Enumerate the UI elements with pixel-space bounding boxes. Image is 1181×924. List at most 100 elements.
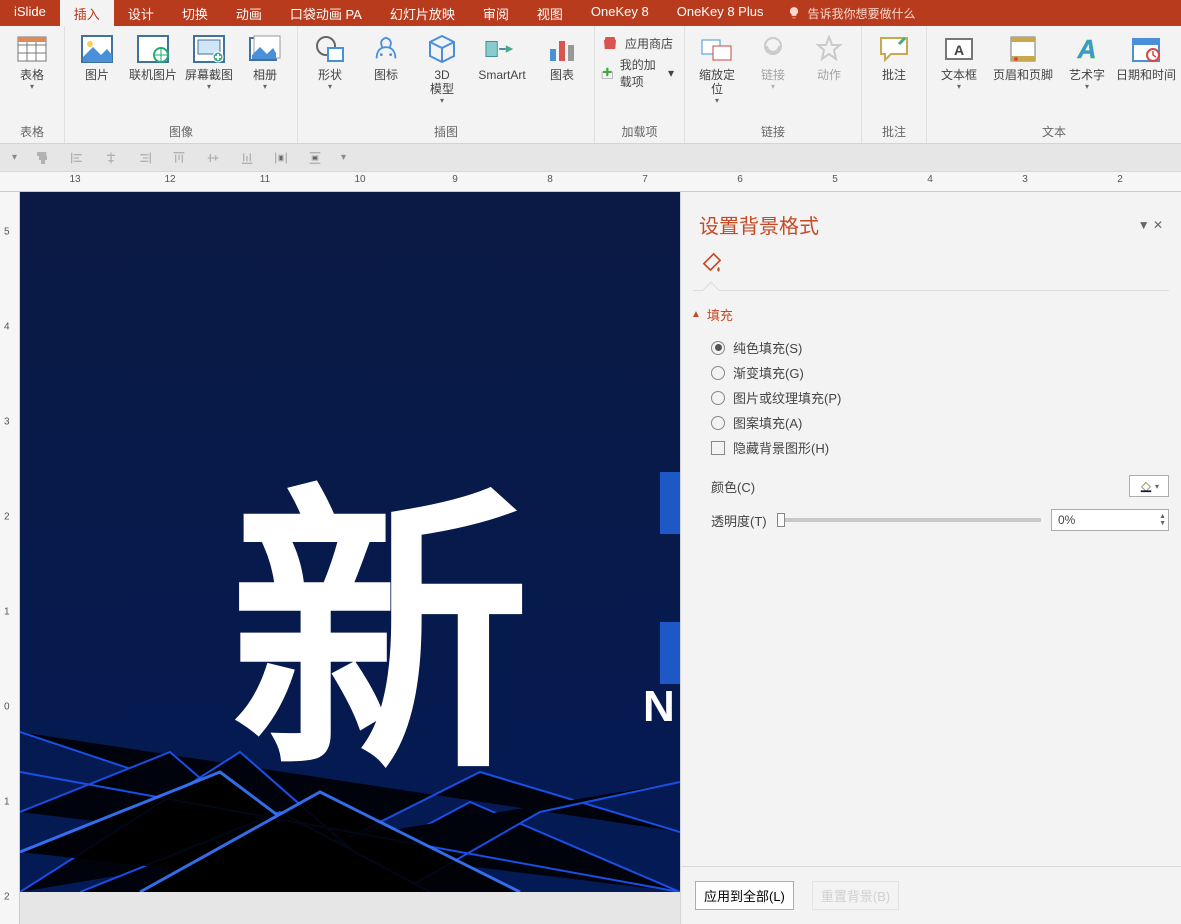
ruler-num: 2	[1117, 174, 1123, 185]
headerfooter-button[interactable]: 页眉和页脚	[987, 28, 1059, 82]
chevron-down-icon: ▲	[691, 309, 701, 320]
wordart-button[interactable]: A 艺术字 ▾	[1059, 28, 1115, 91]
smartart-button[interactable]: SmartArt	[470, 28, 534, 82]
tab-review[interactable]: 审阅	[469, 0, 523, 26]
align-right-icon[interactable]	[137, 150, 153, 166]
checkbox-icon	[711, 441, 725, 455]
group-title-images: 图像	[65, 123, 297, 143]
shapes-label: 形状	[318, 68, 342, 82]
ruler-num: 8	[547, 174, 553, 185]
tab-onekey8[interactable]: OneKey 8	[577, 0, 663, 26]
tab-slideshow[interactable]: 幻灯片放映	[376, 0, 469, 26]
chevron-down-icon[interactable]: ▼	[1159, 520, 1166, 527]
vruler-num: 2	[4, 892, 10, 903]
cube-icon	[427, 34, 457, 64]
group-tables: 表格 ▾ 表格	[0, 26, 65, 143]
slide-sub-letter[interactable]: N	[643, 682, 675, 732]
tellme-placeholder: 告诉我你想要做什么	[807, 5, 915, 22]
chevron-down-icon: ▾	[328, 82, 332, 91]
group-links: 缩放定 位 ▾ 链接 ▾ 动作 链接	[685, 26, 862, 143]
album-icon	[249, 35, 281, 63]
radio-icon	[711, 391, 725, 405]
my-addins-button[interactable]: 我的加载项 ▾	[601, 56, 674, 90]
tellme-search[interactable]: 告诉我你想要做什么	[777, 0, 915, 26]
comment-button[interactable]: 批注	[866, 28, 922, 82]
chevron-up-icon[interactable]: ▲	[1159, 513, 1166, 520]
tab-onekey8plus[interactable]: OneKey 8 Plus	[663, 0, 778, 26]
transparency-spinner[interactable]: 0% ▲▼	[1051, 509, 1169, 531]
online-picture-button[interactable]: 联机图片	[125, 28, 181, 82]
radio-pattern-label: 图案填充(A)	[733, 413, 802, 432]
fill-options: 纯色填充(S) 渐变填充(G) 图片或纹理填充(P) 图案填充(A) 隐藏背景图…	[681, 332, 1181, 463]
wordart-icon: A	[1071, 34, 1103, 64]
chevron-down-icon[interactable]: ▾	[12, 152, 17, 163]
vruler-num: 5	[4, 227, 10, 238]
slide-big-text[interactable]: 新	[230, 392, 522, 826]
tab-design[interactable]: 设计	[114, 0, 168, 26]
color-picker-button[interactable]: ▾	[1129, 475, 1169, 497]
slide-editing-area[interactable]: 新 N	[20, 192, 680, 924]
comment-label: 批注	[882, 68, 906, 82]
slide-canvas[interactable]: 新 N	[20, 192, 680, 892]
ruler-num: 7	[642, 174, 648, 185]
table-button[interactable]: 表格 ▾	[4, 28, 60, 91]
transparency-label: 透明度(T)	[711, 511, 767, 530]
screenshot-button[interactable]: 屏幕截图 ▾	[181, 28, 237, 91]
textbox-button[interactable]: A 文本框 ▾	[931, 28, 987, 91]
zoom-button[interactable]: 缩放定 位 ▾	[689, 28, 745, 105]
paint-bucket-icon[interactable]	[699, 249, 725, 275]
icons-button[interactable]: 图标	[358, 28, 414, 82]
align-bottom-icon[interactable]	[239, 150, 255, 166]
ribbon: 表格 ▾ 表格 图片 联机图片 屏幕截图 ▾ 相册 ▾	[0, 26, 1181, 144]
tab-insert[interactable]: 插入	[60, 0, 114, 26]
my-addins-label: 我的加载项	[620, 56, 662, 90]
vruler-num: 2	[4, 512, 10, 523]
pane-collapse-button[interactable]: ▼ ✕	[1138, 218, 1163, 232]
radio-pattern-fill[interactable]: 图案填充(A)	[711, 413, 1169, 432]
dist-h-icon[interactable]	[273, 150, 289, 166]
datetime-label: 日期和时间	[1116, 68, 1176, 82]
checkbox-hide-bg[interactable]: 隐藏背景图形(H)	[711, 438, 1169, 457]
align-left-icon[interactable]	[69, 150, 85, 166]
tab-view[interactable]: 视图	[523, 0, 577, 26]
reset-bg-button: 重置背景(B)	[812, 881, 899, 910]
ruler-num: 12	[164, 174, 175, 185]
tab-pa[interactable]: 口袋动画 PA	[276, 0, 376, 26]
fill-section-header[interactable]: ▲ 填充	[681, 291, 1181, 332]
align-top-icon[interactable]	[171, 150, 187, 166]
align-center-h-icon[interactable]	[103, 150, 119, 166]
ruler-vertical[interactable]: 5 4 3 2 1 0 1 2	[0, 192, 20, 924]
tab-animations[interactable]: 动画	[222, 0, 276, 26]
align-middle-v-icon[interactable]	[205, 150, 221, 166]
ruler-num: 3	[1022, 174, 1028, 185]
ruler-num: 13	[69, 174, 80, 185]
tab-transitions[interactable]: 切换	[168, 0, 222, 26]
chart-button[interactable]: 图表	[534, 28, 590, 82]
album-button[interactable]: 相册 ▾	[237, 28, 293, 91]
dist-v-icon[interactable]	[307, 150, 323, 166]
shapes-button[interactable]: 形状 ▾	[302, 28, 358, 91]
textbox-label: 文本框	[941, 68, 977, 82]
radio-solid-fill[interactable]: 纯色填充(S)	[711, 338, 1169, 357]
ruler-horizontal[interactable]: 13 12 11 10 9 8 7 6 5 4 3 2	[0, 172, 1181, 192]
reset-bg-label: 重置背景(B)	[821, 889, 890, 904]
group-comments: 批注 批注	[862, 26, 927, 143]
vruler-num: 3	[4, 417, 10, 428]
transparency-slider[interactable]	[777, 518, 1041, 522]
tab-islide[interactable]: iSlide	[0, 0, 60, 26]
chevron-down-icon[interactable]: ▾	[341, 152, 346, 163]
group-title-text: 文本	[927, 123, 1181, 143]
link-label: 链接	[761, 68, 785, 82]
paint-format-icon[interactable]	[35, 150, 51, 166]
decorative-rect	[660, 472, 680, 534]
app-store-button[interactable]: 应用商店	[601, 34, 674, 52]
picture-button[interactable]: 图片	[69, 28, 125, 82]
icons-label: 图标	[374, 68, 398, 82]
addin-icon	[601, 64, 614, 82]
apply-all-button[interactable]: 应用到全部(L)	[695, 881, 794, 910]
slider-thumb[interactable]	[777, 513, 785, 527]
radio-picture-fill[interactable]: 图片或纹理填充(P)	[711, 388, 1169, 407]
model3d-button[interactable]: 3D 模型 ▾	[414, 28, 470, 105]
datetime-button[interactable]: 日期和时间	[1115, 28, 1177, 82]
radio-gradient-fill[interactable]: 渐变填充(G)	[711, 363, 1169, 382]
